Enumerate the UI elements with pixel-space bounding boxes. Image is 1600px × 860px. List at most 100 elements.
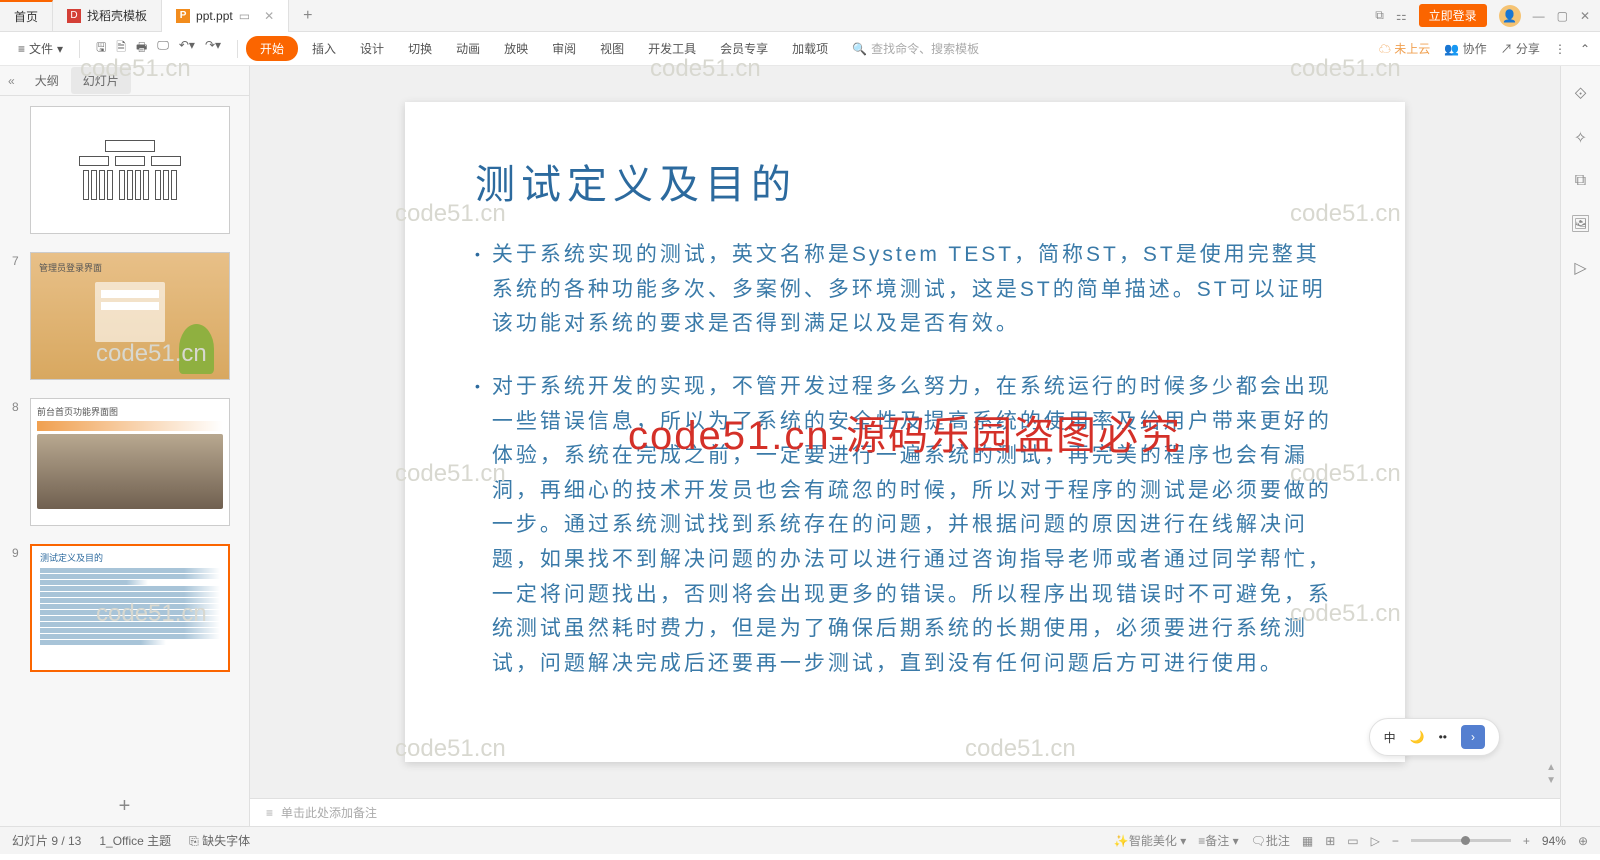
fit-icon[interactable]: ⊕: [1578, 834, 1588, 848]
moon-icon[interactable]: 🌙: [1410, 730, 1425, 744]
print-icon[interactable]: 🖶: [136, 38, 147, 59]
thumb-7[interactable]: 管理员登录界面: [30, 252, 230, 380]
slide-canvas[interactable]: 测试定义及目的 • 关于系统实现的测试，英文名称是System TEST，简称S…: [405, 102, 1405, 762]
tab-home[interactable]: 首页: [0, 0, 53, 32]
collapse-ribbon-icon[interactable]: ⌃: [1580, 42, 1590, 56]
view-sorter-icon[interactable]: ⊞: [1325, 834, 1335, 848]
collapse-panel-icon[interactable]: «: [0, 74, 23, 88]
cloud-status[interactable]: ☁ 未上云: [1379, 40, 1430, 57]
menu-animation[interactable]: 动画: [446, 36, 490, 61]
main-area: 测试定义及目的 • 关于系统实现的测试，英文名称是System TEST，简称S…: [250, 66, 1560, 826]
redo-icon[interactable]: ↷▾: [205, 38, 221, 59]
view-normal-icon[interactable]: ▦: [1302, 834, 1313, 848]
thumb-7-title: 管理员登录界面: [39, 261, 221, 274]
preview-icon[interactable]: 🖵: [157, 38, 169, 59]
menu-design[interactable]: 设计: [350, 36, 394, 61]
bullet-icon: •: [475, 238, 480, 342]
notes-toggle[interactable]: ≡备注 ▾: [1198, 832, 1238, 849]
undo-icon[interactable]: ↶▾: [179, 38, 195, 59]
slide-panel: « 大纲 幻灯片 7 管理员登录界面: [0, 66, 250, 826]
dots-icon[interactable]: ••: [1439, 730, 1447, 744]
comments-label: 批注: [1266, 834, 1290, 848]
view-slideshow-icon[interactable]: ▷: [1371, 834, 1380, 848]
menu-view[interactable]: 视图: [590, 36, 634, 61]
slide-count: 幻灯片 9 / 13: [12, 832, 81, 849]
beautify-button[interactable]: ✨智能美化 ▾: [1114, 832, 1186, 849]
arrow-right-icon[interactable]: ›: [1461, 725, 1485, 749]
tile-icon[interactable]: ⧉: [1375, 8, 1384, 23]
home-label: 首页: [14, 8, 38, 25]
tab-file[interactable]: P ppt.ppt ▭ ✕: [162, 0, 289, 32]
view-reading-icon[interactable]: ▭: [1347, 834, 1358, 848]
thumb-6[interactable]: [30, 106, 230, 234]
tool-play-icon[interactable]: ▷: [1574, 258, 1586, 278]
scroll-up-icon[interactable]: ▲: [1546, 762, 1556, 773]
thumb-num: 9: [12, 544, 30, 672]
template-label: 找稻壳模板: [87, 7, 147, 24]
save-icon[interactable]: 🖫: [96, 38, 106, 59]
minimize-icon[interactable]: —: [1533, 9, 1545, 23]
ppt-icon: P: [176, 9, 190, 23]
menu-transition[interactable]: 切换: [398, 36, 442, 61]
menu-start[interactable]: 开始: [246, 36, 298, 61]
zoom-in-icon[interactable]: +: [1523, 834, 1530, 848]
docer-icon: D: [67, 9, 81, 23]
thumb-9[interactable]: 测试定义及目的: [30, 544, 230, 672]
menu-vip[interactable]: 会员专享: [710, 36, 778, 61]
search-input[interactable]: 🔍 查找命令、搜索模板: [842, 40, 979, 57]
view-slides[interactable]: 幻灯片: [71, 67, 131, 94]
menu-addin[interactable]: 加载项: [782, 36, 838, 61]
file-menu[interactable]: ≡ 文件 ▾: [10, 37, 71, 60]
tool-layout-icon[interactable]: ⧉: [1575, 172, 1586, 190]
collab-label: 协作: [1463, 42, 1487, 56]
tool-rocket-icon[interactable]: ⟐: [1574, 86, 1587, 104]
ime-cn[interactable]: 中: [1384, 729, 1396, 746]
scroll-down-icon[interactable]: ▼: [1546, 775, 1556, 786]
add-slide-button[interactable]: +: [0, 787, 249, 826]
window-close-icon[interactable]: ✕: [1580, 9, 1590, 23]
thumb-8-title: 前台首页功能界面图: [37, 405, 223, 418]
missing-font[interactable]: ⎘ 缺失字体: [189, 832, 250, 849]
notes-icon: ≡: [266, 806, 273, 820]
thumb-8[interactable]: 前台首页功能界面图: [30, 398, 230, 526]
share-button[interactable]: ↗ 分享: [1501, 40, 1540, 57]
zoom-slider[interactable]: [1411, 839, 1511, 842]
theme-name[interactable]: 1_Office 主题: [99, 832, 171, 849]
slide-title: 测试定义及目的: [475, 152, 1335, 210]
collab-button[interactable]: 👥 协作: [1444, 40, 1486, 57]
float-toolbar: 中 🌙 •• ›: [1369, 718, 1500, 756]
tab-add[interactable]: +: [289, 0, 326, 32]
statusbar: 幻灯片 9 / 13 1_Office 主题 ⎘ 缺失字体 ✨智能美化 ▾ ≡备…: [0, 826, 1600, 854]
avatar[interactable]: 👤: [1499, 5, 1521, 27]
share-label: 分享: [1516, 42, 1540, 56]
dropdown-icon[interactable]: ▭: [239, 9, 250, 23]
notes-label: 备注: [1205, 834, 1229, 848]
thumb-9-title: 测试定义及目的: [40, 552, 220, 566]
tool-select-icon[interactable]: ✧: [1574, 128, 1587, 148]
tab-template[interactable]: D 找稻壳模板: [53, 0, 162, 32]
thumb-num: 7: [12, 252, 30, 380]
bullet-icon: •: [475, 370, 480, 682]
beautify-label: 智能美化: [1129, 834, 1177, 848]
menu-insert[interactable]: 插入: [302, 36, 346, 61]
menu-review[interactable]: 审阅: [542, 36, 586, 61]
notes-placeholder: 单击此处添加备注: [281, 804, 377, 821]
bullet-text-1: 关于系统实现的测试，英文名称是System TEST，简称ST，ST是使用完整其…: [492, 238, 1335, 342]
zoom-level[interactable]: 94%: [1542, 834, 1566, 848]
close-icon[interactable]: ✕: [264, 9, 274, 23]
view-outline[interactable]: 大纲: [23, 67, 71, 94]
more-icon[interactable]: ⋮: [1554, 42, 1566, 56]
comments-button[interactable]: 🗨批注: [1251, 832, 1290, 849]
zoom-out-icon[interactable]: −: [1392, 834, 1399, 848]
notes-bar[interactable]: ≡ 单击此处添加备注: [250, 798, 1560, 826]
menu-devtools[interactable]: 开发工具: [638, 36, 706, 61]
watermark-overlay: code51.cn-源码乐园盗图必究: [628, 403, 1182, 461]
menu-show[interactable]: 放映: [494, 36, 538, 61]
search-placeholder: 查找命令、搜索模板: [871, 40, 979, 57]
tool-image-icon[interactable]: 🖼: [1570, 214, 1590, 234]
login-button[interactable]: 立即登录: [1419, 4, 1487, 27]
apps-icon[interactable]: ⚏: [1396, 9, 1407, 23]
maximize-icon[interactable]: ▢: [1557, 9, 1568, 23]
saveas-icon[interactable]: 🗎: [116, 38, 126, 59]
thumb-num: [12, 106, 30, 234]
